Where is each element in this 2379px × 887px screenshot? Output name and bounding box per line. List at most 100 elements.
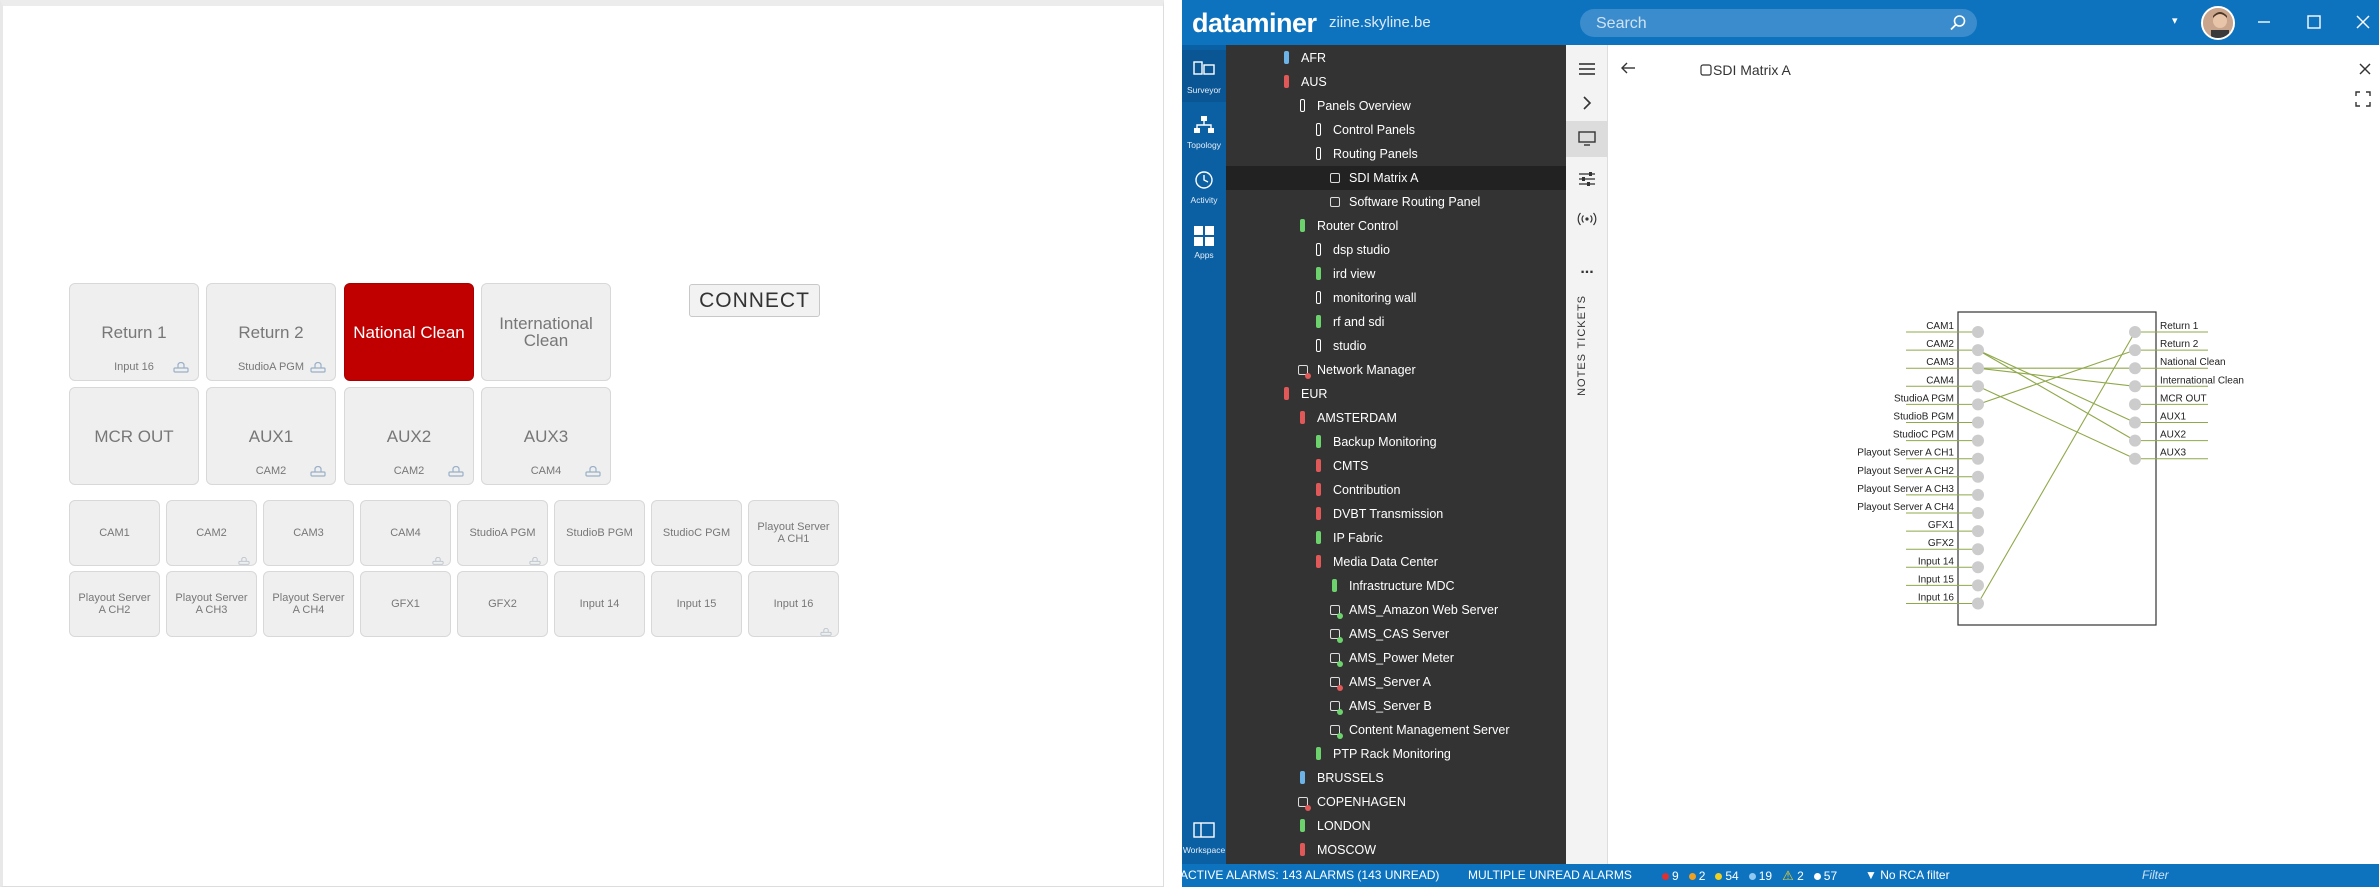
tree-item[interactable]: EUR	[1226, 382, 1566, 406]
tree-item[interactable]: Infrastructure MDC	[1226, 574, 1566, 598]
alarm-count[interactable]: 57	[1813, 869, 1837, 883]
tree-item[interactable]: ird view	[1226, 262, 1566, 286]
tree-item[interactable]: dsp studio	[1226, 238, 1566, 262]
tree-item[interactable]: Router Control	[1226, 214, 1566, 238]
tree-item[interactable]: LONDON	[1226, 814, 1566, 838]
tree-item[interactable]: SDI Matrix A	[1226, 166, 1566, 190]
alarm-count-value: 2	[1797, 869, 1804, 883]
tree-item[interactable]: CMTS	[1226, 454, 1566, 478]
alarm-count[interactable]: 2	[1688, 869, 1705, 883]
source-tile[interactable]: Input 15	[651, 571, 742, 637]
tree-item[interactable]: BRUSSELS	[1226, 766, 1566, 790]
nav-item-surveyor[interactable]: Surveyor	[1182, 50, 1226, 102]
maximize-icon[interactable]	[2304, 12, 2324, 32]
source-tile[interactable]: Playout Server A CH1	[748, 500, 839, 566]
destination-tile[interactable]: Return 2 StudioA PGM	[206, 283, 336, 381]
source-tile[interactable]: GFX2	[457, 571, 548, 637]
alarm-count[interactable]: 9	[1662, 869, 1679, 883]
connect-button[interactable]: CONNECT	[689, 284, 820, 317]
tree-item[interactable]: studio	[1226, 334, 1566, 358]
source-tile[interactable]: StudioA PGM	[457, 500, 548, 566]
source-tile[interactable]: CAM2	[166, 500, 257, 566]
tree-item[interactable]: Panels Overview	[1226, 94, 1566, 118]
tree-item[interactable]: IP Fabric	[1226, 526, 1566, 550]
source-tile[interactable]: CAM4	[360, 500, 451, 566]
tree-item[interactable]: Control Panels	[1226, 118, 1566, 142]
destination-tile[interactable]: AUX1 CAM2	[206, 387, 336, 485]
tree-item[interactable]: Routing Panels	[1226, 142, 1566, 166]
tree-item-label: Infrastructure MDC	[1349, 579, 1455, 593]
nav-item-apps[interactable]: Apps	[1182, 215, 1226, 267]
tree-item[interactable]: AMS_Power Meter	[1226, 646, 1566, 670]
tree-item[interactable]: rf and sdi	[1226, 310, 1566, 334]
source-tile[interactable]: Input 16	[748, 571, 839, 637]
unread-alarms-text[interactable]: MULTIPLE UNREAD ALARMS	[1468, 868, 1632, 882]
source-tile[interactable]: Playout Server A CH4	[263, 571, 354, 637]
tree-item[interactable]: monitoring wall	[1226, 286, 1566, 310]
tile-label: Input 15	[676, 598, 717, 610]
avatar[interactable]	[2201, 6, 2235, 40]
tree-item[interactable]: COPENHAGEN	[1226, 790, 1566, 814]
alarm-counts[interactable]: 9 2 54 19 ⚠ 2 57	[1662, 868, 1847, 884]
source-tile[interactable]: CAM1	[69, 500, 160, 566]
visual-tab-icon[interactable]	[1566, 121, 1608, 157]
destination-tile[interactable]: MCR OUT	[69, 387, 199, 485]
tree-item[interactable]: Software Routing Panel	[1226, 190, 1566, 214]
tree-item[interactable]: Network Manager	[1226, 358, 1566, 382]
tree-item[interactable]: AFR	[1226, 46, 1566, 70]
source-tile[interactable]: GFX1	[360, 571, 451, 637]
nav-item-workspace[interactable]: Workspace	[1182, 810, 1226, 862]
status-indicator	[1316, 267, 1321, 280]
menu-icon[interactable]	[1566, 51, 1608, 87]
tree-item-label: AMS_Amazon Web Server	[1349, 603, 1499, 617]
tree-item[interactable]: AUS	[1226, 70, 1566, 94]
chevron-right-icon[interactable]	[1566, 85, 1608, 121]
destination-tile[interactable]: National Clean	[344, 283, 474, 381]
destination-tile[interactable]: International Clean	[481, 283, 611, 381]
signal-icon[interactable]	[1566, 201, 1608, 237]
more-button[interactable]: ...	[1566, 251, 1608, 287]
destination-tile[interactable]: Return 1 Input 16	[69, 283, 199, 381]
tree-item[interactable]: Backup Monitoring	[1226, 430, 1566, 454]
tree-item[interactable]: AMS_Server A	[1226, 670, 1566, 694]
minimize-icon[interactable]	[2254, 12, 2274, 32]
search-icon[interactable]	[1949, 14, 1967, 32]
rca-filter[interactable]: ▼ No RCA filter	[1865, 868, 1950, 882]
tree-item[interactable]: MOSCOW	[1226, 838, 1566, 862]
tree-item[interactable]: DVBT Transmission	[1226, 502, 1566, 526]
destination-tile[interactable]: AUX3 CAM4	[481, 387, 611, 485]
alarm-count[interactable]: ⚠ 2	[1782, 868, 1804, 883]
tree-item-label: Software Routing Panel	[1349, 195, 1481, 209]
alarm-count[interactable]: 19	[1748, 869, 1772, 883]
source-tile[interactable]: CAM3	[263, 500, 354, 566]
active-alarms-text[interactable]: ACTIVE ALARMS: 143 ALARMS (143 UNREAD)	[1180, 868, 1439, 882]
source-tile[interactable]: StudioC PGM	[651, 500, 742, 566]
tree-item[interactable]: PTP Rack Monitoring	[1226, 742, 1566, 766]
source-tile[interactable]: Playout Server A CH2	[69, 571, 160, 637]
source-tile[interactable]: Input 14	[554, 571, 645, 637]
source-tile[interactable]: Playout Server A CH3	[166, 571, 257, 637]
chevron-down-icon[interactable]: ▾	[2172, 14, 2178, 27]
tree-item-label: Contribution	[1333, 483, 1401, 497]
status-indicator	[1316, 243, 1321, 256]
alarm-count[interactable]: 54	[1715, 869, 1739, 883]
nav-item-activity[interactable]: Activity	[1182, 160, 1226, 212]
nav-item-topology[interactable]: Topology	[1182, 105, 1226, 157]
destination-tile[interactable]: AUX2 CAM2	[344, 387, 474, 485]
tree-item[interactable]: Media Data Center	[1226, 550, 1566, 574]
tree-item[interactable]: AMS_CAS Server	[1226, 622, 1566, 646]
settings-sliders-icon[interactable]	[1566, 161, 1608, 197]
source-tile[interactable]: StudioB PGM	[554, 500, 645, 566]
tab-notes[interactable]: NOTES	[1576, 353, 1588, 396]
tree-item[interactable]: AMS_Amazon Web Server	[1226, 598, 1566, 622]
tile-label: GFX1	[391, 598, 420, 610]
close-window-icon[interactable]	[2353, 12, 2373, 32]
tree-item[interactable]: AMSTERDAM	[1226, 406, 1566, 430]
status-dot	[1305, 373, 1311, 379]
tree-item[interactable]: Contribution	[1226, 478, 1566, 502]
search-box[interactable]: Search	[1580, 9, 1977, 37]
tree-item[interactable]: AMS_Server B	[1226, 694, 1566, 718]
tab-tickets[interactable]: TICKETS	[1576, 295, 1588, 348]
filter-input[interactable]: Filter	[2142, 868, 2169, 882]
tree-item[interactable]: Content Management Server	[1226, 718, 1566, 742]
